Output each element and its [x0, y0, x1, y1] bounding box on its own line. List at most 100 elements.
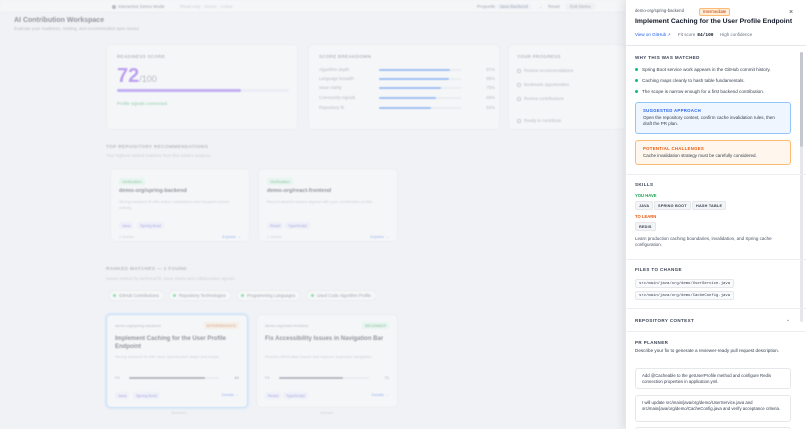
- details-link[interactable]: Details →: [372, 392, 389, 397]
- view-on-github-link[interactable]: View on GitHub↗: [635, 32, 671, 37]
- difficulty-badge: BEGINNER: [362, 322, 389, 329]
- issue-description: Resolve ARIA label issues and improve ke…: [265, 354, 373, 359]
- readiness-score-max: /100: [139, 74, 157, 84]
- repo-description: Recent labelled issues aligned with your…: [267, 199, 374, 204]
- fit-bar-fill: [279, 376, 343, 379]
- fit-bar: [279, 376, 369, 379]
- readiness-card: READINESS SCORE 72/100 Profile signals c…: [106, 44, 298, 130]
- panel-title: Implement Caching for the User Profile E…: [635, 18, 793, 25]
- pr-plan-step[interactable]: Add @Cacheable to the getUserProfile met…: [635, 368, 791, 389]
- progress-item[interactable]: Review recommendations: [517, 68, 573, 73]
- profile-status: Profile signals connected: [117, 101, 168, 106]
- status-dot-icon: [113, 293, 116, 297]
- pr-plan-step-text: I will update src/main/java/org/demo/Use…: [642, 400, 781, 411]
- recommendations-title: TOP REPOSITORY RECOMMENDATIONS: [106, 145, 209, 150]
- filter-chip[interactable]: GitHub Contributions: [108, 290, 165, 301]
- section-divider: [626, 308, 806, 309]
- repo-card[interactable]: Verification demo-org/spring-backend Str…: [110, 168, 250, 242]
- progress-item[interactable]: Bookmark opportunities: [517, 82, 569, 87]
- pr-plan-step-text: Add @Cacheable to the getUserProfile met…: [642, 373, 772, 384]
- filter-chip[interactable]: Used Code Algorithm Profile: [306, 290, 377, 301]
- skills-heading: SKILLS: [635, 182, 654, 187]
- issue-tag: Java: [115, 392, 130, 399]
- scrollbar-thumb[interactable]: [800, 52, 803, 147]
- filter-label: Repository Technologies: [179, 293, 226, 298]
- details-link[interactable]: Details →: [222, 392, 239, 397]
- breakdown-row: Issue clarity 75%: [319, 85, 495, 91]
- demo-status-text: Read-only · Demo · Active: [180, 4, 233, 9]
- pr-plan-step[interactable]: I will update src/main/java/org/demo/Use…: [635, 395, 791, 422]
- reset-button[interactable]: Reset: [548, 4, 560, 9]
- match-reason: Spring Boot service work appears in the …: [635, 67, 795, 72]
- exit-demo-button[interactable]: Exit Demo: [566, 3, 595, 10]
- progress-item[interactable]: Ready to contribute: [517, 118, 561, 123]
- breakdown-row-value: 64%: [486, 105, 495, 110]
- issue-description: Strong backend fit with clear reproducti…: [115, 354, 220, 359]
- repo-description: Strong backend fit with active maintaine…: [119, 199, 230, 210]
- status-dot-icon: [173, 293, 176, 297]
- suggested-approach-box: SUGGESTED APPROACH Open the repository c…: [635, 102, 791, 134]
- progress-item-label: Bookmark opportunities: [524, 82, 570, 87]
- progress-item-label: Review contributions: [524, 96, 564, 101]
- issue-card-selected[interactable]: demo-org/spring-backend INTERMEDIATE Imp…: [106, 314, 248, 408]
- confidence-label: High confidence: [720, 32, 753, 37]
- suggested-approach-text: Open the repository context, confirm cac…: [643, 115, 775, 126]
- potential-challenges-text: Cache invalidation strategy must be care…: [643, 153, 757, 158]
- readiness-score: 72/100: [117, 65, 157, 88]
- breakdown-row-value: 87%: [486, 67, 495, 72]
- persona-selector[interactable]: Proportle Java Backend: [477, 4, 531, 9]
- breakdown-label: SCORE BREAKDOWN: [319, 54, 372, 59]
- issue-card[interactable]: demo-org/react-frontend BEGINNER Fix Acc…: [256, 314, 398, 408]
- filter-label: Used Code Algorithm Profile: [317, 293, 371, 298]
- issue-status: Selected: [171, 410, 187, 415]
- explore-link[interactable]: Explore →: [222, 234, 241, 239]
- breakdown-row: Community signals 69%: [319, 95, 495, 101]
- breakdown-row-label: Repository fit: [319, 105, 345, 110]
- explore-link[interactable]: Explore →: [370, 234, 389, 239]
- issue-title: Implement Caching for the User Profile E…: [115, 336, 227, 350]
- breakdown-row-label: Issue clarity: [319, 85, 342, 90]
- chevron-down-icon[interactable]: ⌄: [539, 4, 542, 9]
- demo-dot-icon: [112, 4, 116, 9]
- panel-scrollbar[interactable]: [800, 52, 803, 322]
- issue-repo: demo-org/react-frontend: [265, 323, 309, 328]
- file-path[interactable]: src/main/java/org/demo/UserService.java: [635, 279, 735, 288]
- repository-context-toggle[interactable]: REPOSITORY CONTEXT ⌄: [626, 310, 806, 330]
- demo-mode-label: Interactive Demo Mode: [118, 4, 165, 9]
- difficulty-badge: INTERMEDIATE: [203, 322, 239, 329]
- fit-score-value: 84/100: [697, 33, 714, 38]
- ranked-title: RANKED MATCHES — 2 FOUND: [106, 267, 187, 272]
- fit-score: Fit score 84/100: [678, 32, 713, 38]
- check-dot-icon: [635, 67, 638, 71]
- match-reason-text: The scope is narrow enough for a first b…: [642, 89, 765, 94]
- breakdown-row: Algorithm depth 87%: [319, 67, 495, 73]
- breakdown-row-value: 75%: [486, 85, 495, 90]
- potential-challenges-box: POTENTIAL CHALLENGES Cache invalidation …: [635, 140, 791, 165]
- check-dot-icon: [635, 78, 638, 82]
- checkbox-icon: [517, 82, 521, 87]
- breakdown-bar: [379, 77, 461, 80]
- repo-card[interactable]: Verification demo-org/react-frontend Rec…: [258, 168, 398, 242]
- readiness-label: READINESS SCORE: [117, 54, 166, 59]
- fit-score-label: Fit score: [678, 32, 696, 37]
- skill-chip: HASH TABLE: [692, 201, 727, 210]
- repo-issue-count: 1 Issues: [119, 234, 134, 239]
- file-path[interactable]: src/main/java/org/demo/CacheConfig.java: [635, 291, 735, 300]
- repo-tag: TypeScript: [285, 222, 310, 229]
- breakdown-bar-fill: [379, 86, 441, 89]
- demo-mode-indicator: Interactive Demo Mode: [112, 4, 165, 9]
- suggested-approach-heading: SUGGESTED APPROACH: [643, 108, 702, 113]
- progress-card: YOUR PROGRESS Review recommendations Boo…: [508, 44, 626, 130]
- progress-item[interactable]: Review contributions: [517, 96, 564, 101]
- filter-chip[interactable]: Programming Languages: [236, 290, 302, 301]
- fit-label: Fit: [115, 375, 120, 380]
- you-have-label: YOU HAVE: [635, 193, 657, 198]
- page-subtitle: Evaluate your readiness, ranking, and re…: [14, 26, 139, 31]
- breakdown-row-label: Language breadth: [319, 76, 354, 81]
- issue-tag: React: [265, 392, 282, 399]
- match-reason: The scope is narrow enough for a first b…: [635, 89, 795, 94]
- issue-title: Fix Accessibility Issues in Navigation B…: [265, 336, 384, 342]
- close-icon[interactable]: ×: [789, 9, 793, 16]
- filter-chip[interactable]: Repository Technologies: [168, 290, 232, 301]
- breakdown-bar-fill: [379, 96, 436, 99]
